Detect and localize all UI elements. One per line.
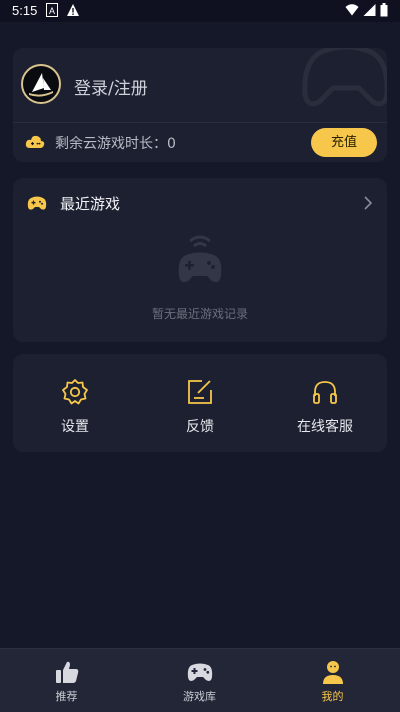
gear-icon	[62, 379, 88, 405]
warning-icon	[66, 3, 80, 20]
online-support-label: 在线客服	[297, 419, 353, 435]
feedback-edit-icon	[188, 380, 212, 404]
avatar[interactable]	[21, 64, 61, 104]
gamepad-watermark-icon	[301, 48, 387, 116]
gamepad-icon	[187, 663, 212, 681]
empty-recent-text: 暂无最近游戏记录	[151, 307, 248, 321]
bottom-tab-bar: 推荐 游戏库 我的	[0, 648, 400, 712]
feedback-label: 反馈	[186, 419, 214, 435]
recharge-button[interactable]: 充值	[311, 128, 377, 157]
shark-logo-icon	[29, 73, 53, 97]
tab-mine[interactable]: 我的	[266, 649, 399, 712]
login-register-link[interactable]: 登录/注册	[74, 74, 148, 99]
remaining-time-label: 剩余云游戏时长：0	[55, 136, 176, 152]
online-support-button[interactable]: 在线客服	[270, 378, 380, 436]
settings-button[interactable]: 设置	[20, 378, 130, 436]
empty-gamepad-icon	[176, 231, 224, 291]
profile-card: 登录/注册 剩余云游戏时长：0 充值	[13, 48, 387, 162]
thumbs-up-icon	[55, 661, 78, 683]
cloud-time-row: 剩余云游戏时长：0 充值	[25, 128, 377, 158]
text-a-icon: A	[46, 3, 58, 20]
recent-games-card: 最近游戏 暂无最近游戏记录	[13, 178, 387, 342]
cloud-game-icon	[25, 133, 45, 155]
divider	[13, 122, 387, 123]
status-time: 5:15	[12, 3, 38, 18]
recent-games-title: 最近游戏	[60, 195, 121, 213]
svg-text:A: A	[49, 6, 55, 16]
user-icon	[322, 661, 343, 684]
battery-icon	[380, 3, 388, 20]
tab-recommend[interactable]: 推荐	[0, 649, 133, 712]
game-controller-badge-icon	[27, 194, 47, 216]
status-bar: 5:15 A	[0, 0, 400, 22]
recent-games-header[interactable]: 最近游戏	[27, 193, 373, 213]
tools-card: 设置 反馈 在线客服	[13, 354, 387, 452]
settings-label: 设置	[61, 419, 89, 435]
tab-mine-label: 我的	[321, 690, 344, 703]
chevron-right-icon[interactable]	[363, 195, 373, 215]
signal-icon	[363, 3, 376, 20]
tab-game-library[interactable]: 游戏库	[133, 649, 266, 712]
headset-icon	[313, 381, 337, 404]
wifi-icon	[345, 3, 359, 20]
feedback-button[interactable]: 反馈	[145, 378, 255, 436]
tab-game-library-label: 游戏库	[183, 690, 216, 703]
tab-recommend-label: 推荐	[55, 690, 78, 703]
